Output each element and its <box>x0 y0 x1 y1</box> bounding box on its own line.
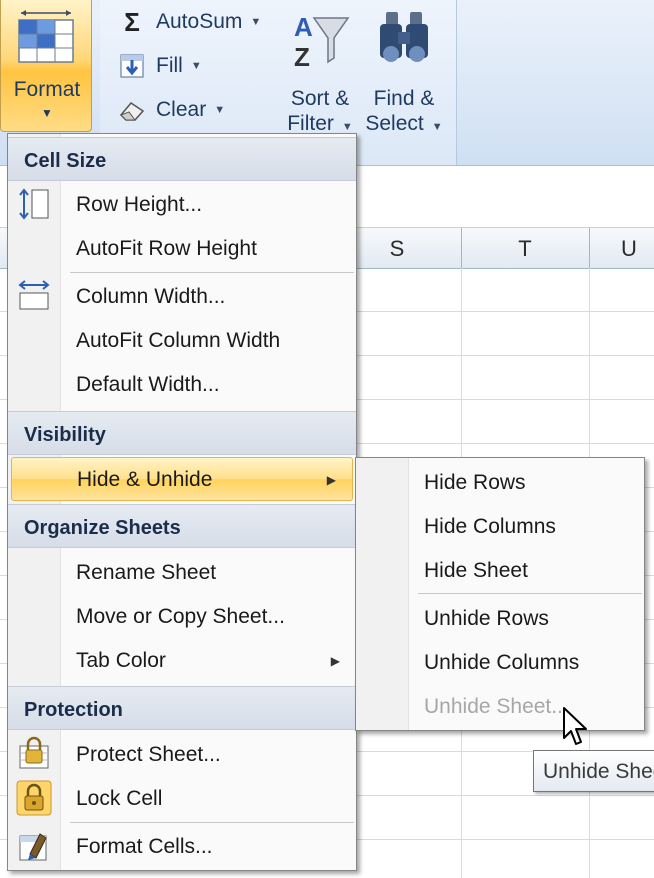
hide-sheet-item[interactable]: Hide Sheet <box>356 549 644 593</box>
svg-text:A: A <box>294 12 313 42</box>
format-cells-item[interactable]: Format Cells... <box>8 825 356 869</box>
clear-label: Clear <box>156 98 207 121</box>
autofit-row-height-item[interactable]: AutoFit Row Height <box>8 227 356 271</box>
unhide-sheet-item[interactable]: Unhide Sheet... <box>356 685 644 729</box>
chevron-down-icon: ▼ <box>431 121 443 133</box>
sort-filter-icon: A Z <box>294 12 350 72</box>
find-select-label-line2: Select <box>365 112 424 135</box>
sort-filter-label-line1: Sort & <box>290 87 350 110</box>
find-select-label-line1: Find & <box>373 87 435 110</box>
eraser-icon <box>118 96 146 124</box>
mouse-pointer-icon <box>563 707 587 745</box>
tab-color-label: Tab Color <box>76 649 166 672</box>
fill-down-icon <box>118 52 146 80</box>
svg-text:Z: Z <box>294 42 310 70</box>
unhide-columns-item[interactable]: Unhide Columns <box>356 641 644 685</box>
sort-filter-label-line2: Filter <box>287 112 334 135</box>
find-select-button[interactable]: Find & Select ▼ <box>364 6 444 146</box>
menu-header-protection: Protection <box>8 686 356 730</box>
lock-cell-item[interactable]: Lock Cell <box>8 777 356 821</box>
chevron-down-icon: ▼ <box>250 16 262 28</box>
menu-separator <box>70 822 354 823</box>
submenu-arrow-icon: ▶ <box>326 473 336 487</box>
hide-rows-item[interactable]: Hide Rows <box>356 461 644 505</box>
clear-button[interactable]: Clear ▼ <box>118 92 225 128</box>
autofit-column-width-item[interactable]: AutoFit Column Width <box>8 319 356 363</box>
menu-separator <box>70 272 354 273</box>
autosum-button[interactable]: Σ AutoSum ▼ <box>118 4 261 40</box>
fill-button[interactable]: Fill ▼ <box>118 48 202 84</box>
format-icon <box>18 10 74 63</box>
chevron-down-icon: ▼ <box>41 106 53 120</box>
default-width-item[interactable]: Default Width... <box>8 363 356 407</box>
hide-unhide-label: Hide & Unhide <box>77 468 213 491</box>
chevron-down-icon: ▼ <box>190 60 202 72</box>
format-label: Format <box>13 78 81 101</box>
column-header-t[interactable]: T <box>461 228 590 268</box>
menu-separator <box>418 593 642 594</box>
hide-unhide-submenu: Hide Rows Hide Columns Hide Sheet Unhide… <box>355 457 645 731</box>
autosum-label: AutoSum <box>156 10 243 33</box>
sort-filter-button[interactable]: A Z Sort & Filter ▼ <box>280 6 360 146</box>
menu-header-visibility: Visibility <box>8 411 356 455</box>
column-width-item[interactable]: Column Width... <box>8 275 356 319</box>
tab-color-item[interactable]: Tab Color ▶ <box>8 639 356 683</box>
binoculars-icon <box>380 12 428 62</box>
column-header-u[interactable]: U <box>589 228 654 268</box>
protect-sheet-item[interactable]: Protect Sheet... <box>8 733 356 777</box>
menu-header-cell-size: Cell Size <box>8 137 356 181</box>
rename-sheet-item[interactable]: Rename Sheet <box>8 551 356 595</box>
sigma-icon: Σ <box>124 6 140 37</box>
format-menu: Cell Size Row Height... AutoFit Row Heig… <box>7 133 357 871</box>
submenu-arrow-icon: ▶ <box>330 654 340 668</box>
format-button[interactable]: Format ▼ <box>0 0 92 132</box>
hide-columns-item[interactable]: Hide Columns <box>356 505 644 549</box>
chevron-down-icon: ▼ <box>214 104 226 116</box>
hide-unhide-item[interactable]: Hide & Unhide ▶ <box>11 457 353 501</box>
row-height-item[interactable]: Row Height... <box>8 183 356 227</box>
chevron-down-icon: ▼ <box>341 121 353 133</box>
tooltip: Unhide Sheet <box>533 750 654 792</box>
unhide-rows-item[interactable]: Unhide Rows <box>356 597 644 641</box>
fill-label: Fill <box>156 54 183 77</box>
move-copy-sheet-item[interactable]: Move or Copy Sheet... <box>8 595 356 639</box>
menu-header-organize-sheets: Organize Sheets <box>8 504 356 548</box>
